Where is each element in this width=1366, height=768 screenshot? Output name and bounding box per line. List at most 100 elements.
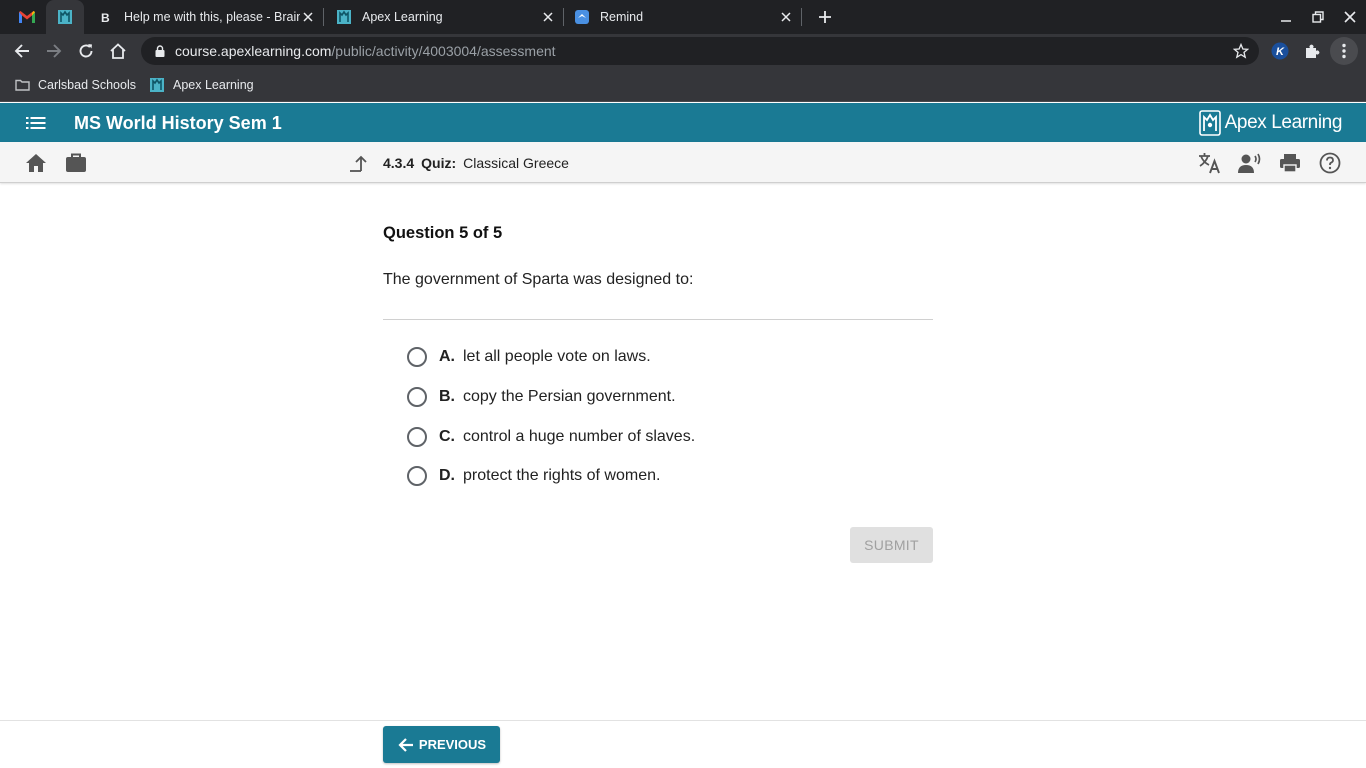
course-header: MS World History Sem 1 Apex Learning [0, 103, 1366, 142]
option-text: protect the rights of women. [463, 467, 661, 484]
course-title: MS World History Sem 1 [74, 113, 282, 133]
up-arrow-icon[interactable] [348, 153, 368, 173]
speaker-person-icon [1238, 153, 1261, 173]
help-icon [1319, 152, 1341, 174]
kebab-menu-icon [1342, 43, 1346, 59]
gmail-icon [19, 11, 35, 23]
bookmarks-bar: Carlsbad Schools Apex Learning [0, 68, 1366, 102]
svg-text:K: K [1276, 46, 1285, 58]
option-letter: D. [439, 467, 455, 484]
close-tab-icon[interactable] [778, 9, 794, 25]
reload-button[interactable] [72, 37, 100, 65]
previous-label: PREVIOUS [418, 737, 487, 752]
browser-toolbar: course.apexlearning.com/public/activity/… [0, 34, 1366, 68]
radio-button[interactable] [407, 427, 427, 447]
divider [383, 319, 933, 320]
apex-icon [336, 9, 352, 25]
home-button[interactable] [104, 37, 132, 65]
radio-button[interactable] [407, 387, 427, 407]
bookmark-label: Carlsbad Schools [38, 78, 136, 92]
option-letter: A. [439, 348, 455, 365]
extensions-button[interactable] [1298, 37, 1326, 65]
activity-title: Classical Greece [463, 155, 569, 171]
lesson-number: 4.3.4 [383, 155, 415, 171]
apex-logo-icon [1198, 110, 1221, 136]
forward-arrow-icon [47, 44, 62, 58]
translate-icon [1199, 153, 1220, 174]
option-letter: B. [439, 388, 455, 405]
k-extension-icon: K [1271, 42, 1289, 60]
puzzle-icon [1306, 44, 1320, 58]
answer-option-a[interactable]: A. let all people vote on laws. [407, 345, 651, 369]
tab-apex-learning[interactable]: Apex Learning [336, 0, 560, 34]
home-icon [26, 154, 46, 172]
home-button[interactable] [24, 151, 48, 175]
browser-menu-button[interactable] [1330, 37, 1358, 65]
folder-icon [14, 77, 30, 93]
gmail-pinned-tab[interactable] [8, 0, 46, 34]
answer-option-b[interactable]: B. copy the Persian government. [407, 385, 676, 409]
new-tab-button[interactable] [813, 5, 837, 29]
address-bar[interactable]: course.apexlearning.com/public/activity/… [141, 37, 1259, 65]
breadcrumb: 4.3.4 Quiz: Classical Greece [348, 153, 569, 173]
tab-title: Help me with this, please - Brainly [124, 10, 300, 24]
remind-icon [574, 9, 590, 25]
apex-pinned-tab[interactable] [46, 0, 84, 34]
brainly-icon: B [98, 9, 114, 25]
briefcase-icon [66, 153, 86, 172]
printer-icon [1280, 154, 1300, 173]
tab-title: Remind [600, 10, 644, 24]
activity-toolbar: 4.3.4 Quiz: Classical Greece [0, 142, 1366, 183]
apex-icon [149, 77, 165, 93]
submit-button[interactable]: SUBMIT [850, 527, 933, 563]
restore-button[interactable] [1306, 5, 1330, 29]
back-button[interactable] [8, 37, 36, 65]
question-counter: Question 5 of 5 [383, 224, 503, 242]
course-menu-button[interactable] [24, 112, 48, 134]
close-tab-icon[interactable] [300, 9, 316, 25]
apex-learning-logo: Apex Learning [1198, 110, 1343, 136]
apex-icon [58, 10, 72, 24]
bookmark-apex-learning[interactable]: Apex Learning [149, 76, 254, 94]
read-aloud-button[interactable] [1238, 151, 1262, 175]
footer-navigation: PREVIOUS [0, 720, 1366, 768]
backpack-button[interactable] [64, 151, 88, 175]
svg-text:B: B [101, 11, 110, 24]
forward-button[interactable] [40, 37, 68, 65]
print-button[interactable] [1278, 151, 1302, 175]
restore-icon [1312, 11, 1324, 23]
brand-name: Apex Learning [1224, 112, 1343, 133]
close-window-button[interactable] [1338, 5, 1362, 29]
help-button[interactable] [1318, 151, 1342, 175]
extension-k-button[interactable]: K [1266, 37, 1294, 65]
close-icon [1344, 11, 1356, 23]
bookmark-label: Apex Learning [173, 78, 254, 92]
answer-option-c[interactable]: C. control a huge number of slaves. [407, 425, 695, 449]
minimize-icon [1281, 20, 1291, 22]
browser-tab-strip: B Help me with this, please - Brainly Ap… [0, 0, 1366, 34]
list-menu-icon [26, 117, 46, 129]
tab-brainly[interactable]: B Help me with this, please - Brainly [98, 0, 320, 34]
option-text: copy the Persian government. [463, 388, 676, 405]
minimize-button[interactable] [1274, 5, 1298, 29]
tab-remind[interactable]: Remind [574, 0, 798, 34]
question-prompt: The government of Sparta was designed to… [383, 271, 694, 288]
option-letter: C. [439, 428, 455, 445]
home-icon [110, 43, 126, 59]
bookmark-carlsbad-schools[interactable]: Carlsbad Schools [14, 76, 136, 94]
tab-title: Apex Learning [362, 10, 443, 24]
lock-icon [153, 44, 167, 58]
previous-button[interactable]: PREVIOUS [383, 726, 500, 763]
back-arrow-icon [14, 44, 29, 58]
activity-type: Quiz: [421, 155, 457, 171]
translate-button[interactable] [1198, 151, 1222, 175]
reload-icon [79, 44, 93, 58]
back-arrow-icon [397, 736, 415, 754]
close-tab-icon[interactable] [540, 9, 556, 25]
radio-button[interactable] [407, 466, 427, 486]
bookmark-star-icon[interactable] [1233, 43, 1249, 59]
option-text: control a huge number of slaves. [463, 428, 696, 445]
answer-option-d[interactable]: D. protect the rights of women. [407, 464, 660, 488]
url-text[interactable]: course.apexlearning.com/public/activity/… [175, 43, 556, 59]
radio-button[interactable] [407, 347, 427, 367]
